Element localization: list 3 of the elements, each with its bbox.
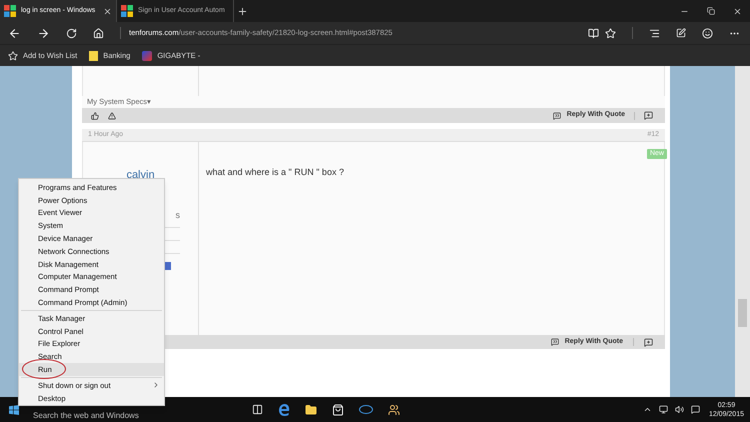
user-title: s bbox=[176, 210, 180, 220]
post-message: what and where is a " RUN " box ? bbox=[206, 167, 344, 177]
taskbar-search-field[interactable]: Search the web and Windows bbox=[33, 411, 229, 422]
